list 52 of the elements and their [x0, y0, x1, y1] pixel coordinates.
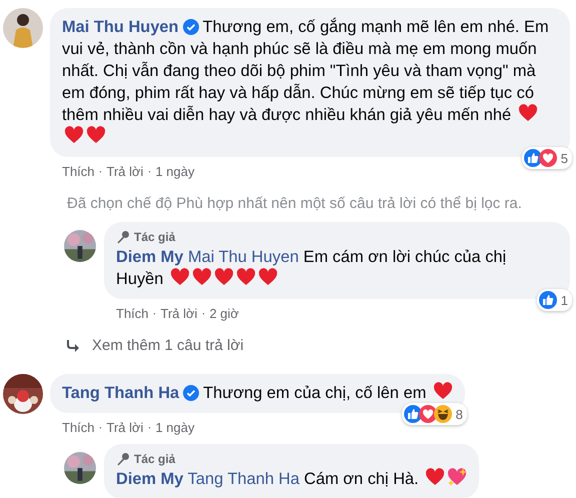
separator-dot: ·	[147, 420, 152, 434]
like-icon	[538, 291, 557, 309]
separator-dot: ·	[98, 420, 103, 434]
comment-text: Diem My Tang Thanh Ha Cám ơn chị Hà.	[116, 468, 468, 490]
reaction-summary[interactable]: 8	[402, 403, 467, 425]
author-name[interactable]: Diem My	[116, 248, 184, 266]
heart-icon	[518, 104, 538, 124]
author-name[interactable]: Mai Thu Huyen	[62, 18, 179, 36]
reaction-summary[interactable]: 1	[536, 289, 572, 311]
reaction-summary[interactable]: 5	[522, 147, 572, 169]
microphone-icon	[116, 452, 130, 466]
reply-link[interactable]: Trả lời	[106, 420, 144, 434]
author-label: Tác giả	[134, 452, 176, 466]
mention-link[interactable]: Mai Thu Huyen	[188, 248, 299, 266]
separator-dot: ·	[147, 164, 152, 178]
reply-arrow-icon	[66, 340, 80, 352]
like-link[interactable]: Thích	[62, 420, 95, 434]
author-name[interactable]: Diem My	[116, 470, 184, 488]
separator-dot: ·	[98, 164, 103, 178]
heart-icon	[192, 268, 212, 288]
filter-notice: Đã chọn chế độ Phù hợp nhất nên một số câu trả lời có thể bị lọc ra.	[67, 194, 523, 214]
like-link[interactable]: Thích	[62, 164, 95, 178]
heart-icon	[86, 126, 106, 146]
comment-text: Mai Thu Huyen Thương em, cố gắng mạnh mẽ lên em nhé. Em vui vẻ, thành cồn và hạnh phúc sẽ là điều mà mẹ em mong muốn nhất. Chị vẫn đang theo dõi bộ phim "Tình yêu và tham vọng" mà em đóng, phim rất hay và hấp dẫn. Chúc mừng em sẽ tiếp tục có thêm nhiều vai diễn hay và được nhiều khán giả yêu mến nhé	[62, 16, 558, 148]
reply-link[interactable]: Trả lời	[160, 306, 198, 320]
timestamp-link[interactable]: 1 ngày	[155, 420, 194, 434]
like-icon	[404, 405, 422, 423]
like-link[interactable]: Thích	[116, 306, 149, 320]
author-name[interactable]: Tang Thanh Ha	[62, 384, 180, 402]
heart-icon	[170, 268, 190, 288]
timestamp-link[interactable]: 2 giờ	[209, 306, 239, 320]
heart-icon	[432, 382, 453, 402]
microphone-icon	[116, 230, 130, 244]
heart-icon	[214, 268, 234, 288]
laughing-face-icon	[434, 405, 452, 423]
like-icon	[524, 149, 542, 167]
comment-text: Diem My Mai Thu Huyen Em cám ơn lời chúc của chị Huyền	[116, 247, 508, 290]
heart-icon	[425, 468, 446, 488]
love-reaction-icon	[538, 149, 557, 167]
heart-icon	[64, 126, 84, 146]
separator-dot: ·	[201, 306, 206, 320]
comment-text: Tang Thanh Ha Thương em của chị, cố lên em	[62, 382, 453, 404]
sparkling-heart-icon	[447, 468, 468, 488]
author-label: Tác giả	[134, 230, 176, 244]
mention-link[interactable]: Tang Thanh Ha	[188, 470, 300, 488]
love-reaction-icon	[418, 405, 437, 423]
heart-icon	[258, 268, 278, 288]
more-replies-link[interactable]: Xem thêm 1 câu trả lời	[66, 337, 570, 354]
separator-dot: ·	[152, 306, 157, 320]
reply-link[interactable]: Trả lời	[106, 164, 144, 178]
timestamp-link[interactable]: 1 ngày	[155, 164, 194, 178]
heart-icon	[236, 268, 256, 288]
